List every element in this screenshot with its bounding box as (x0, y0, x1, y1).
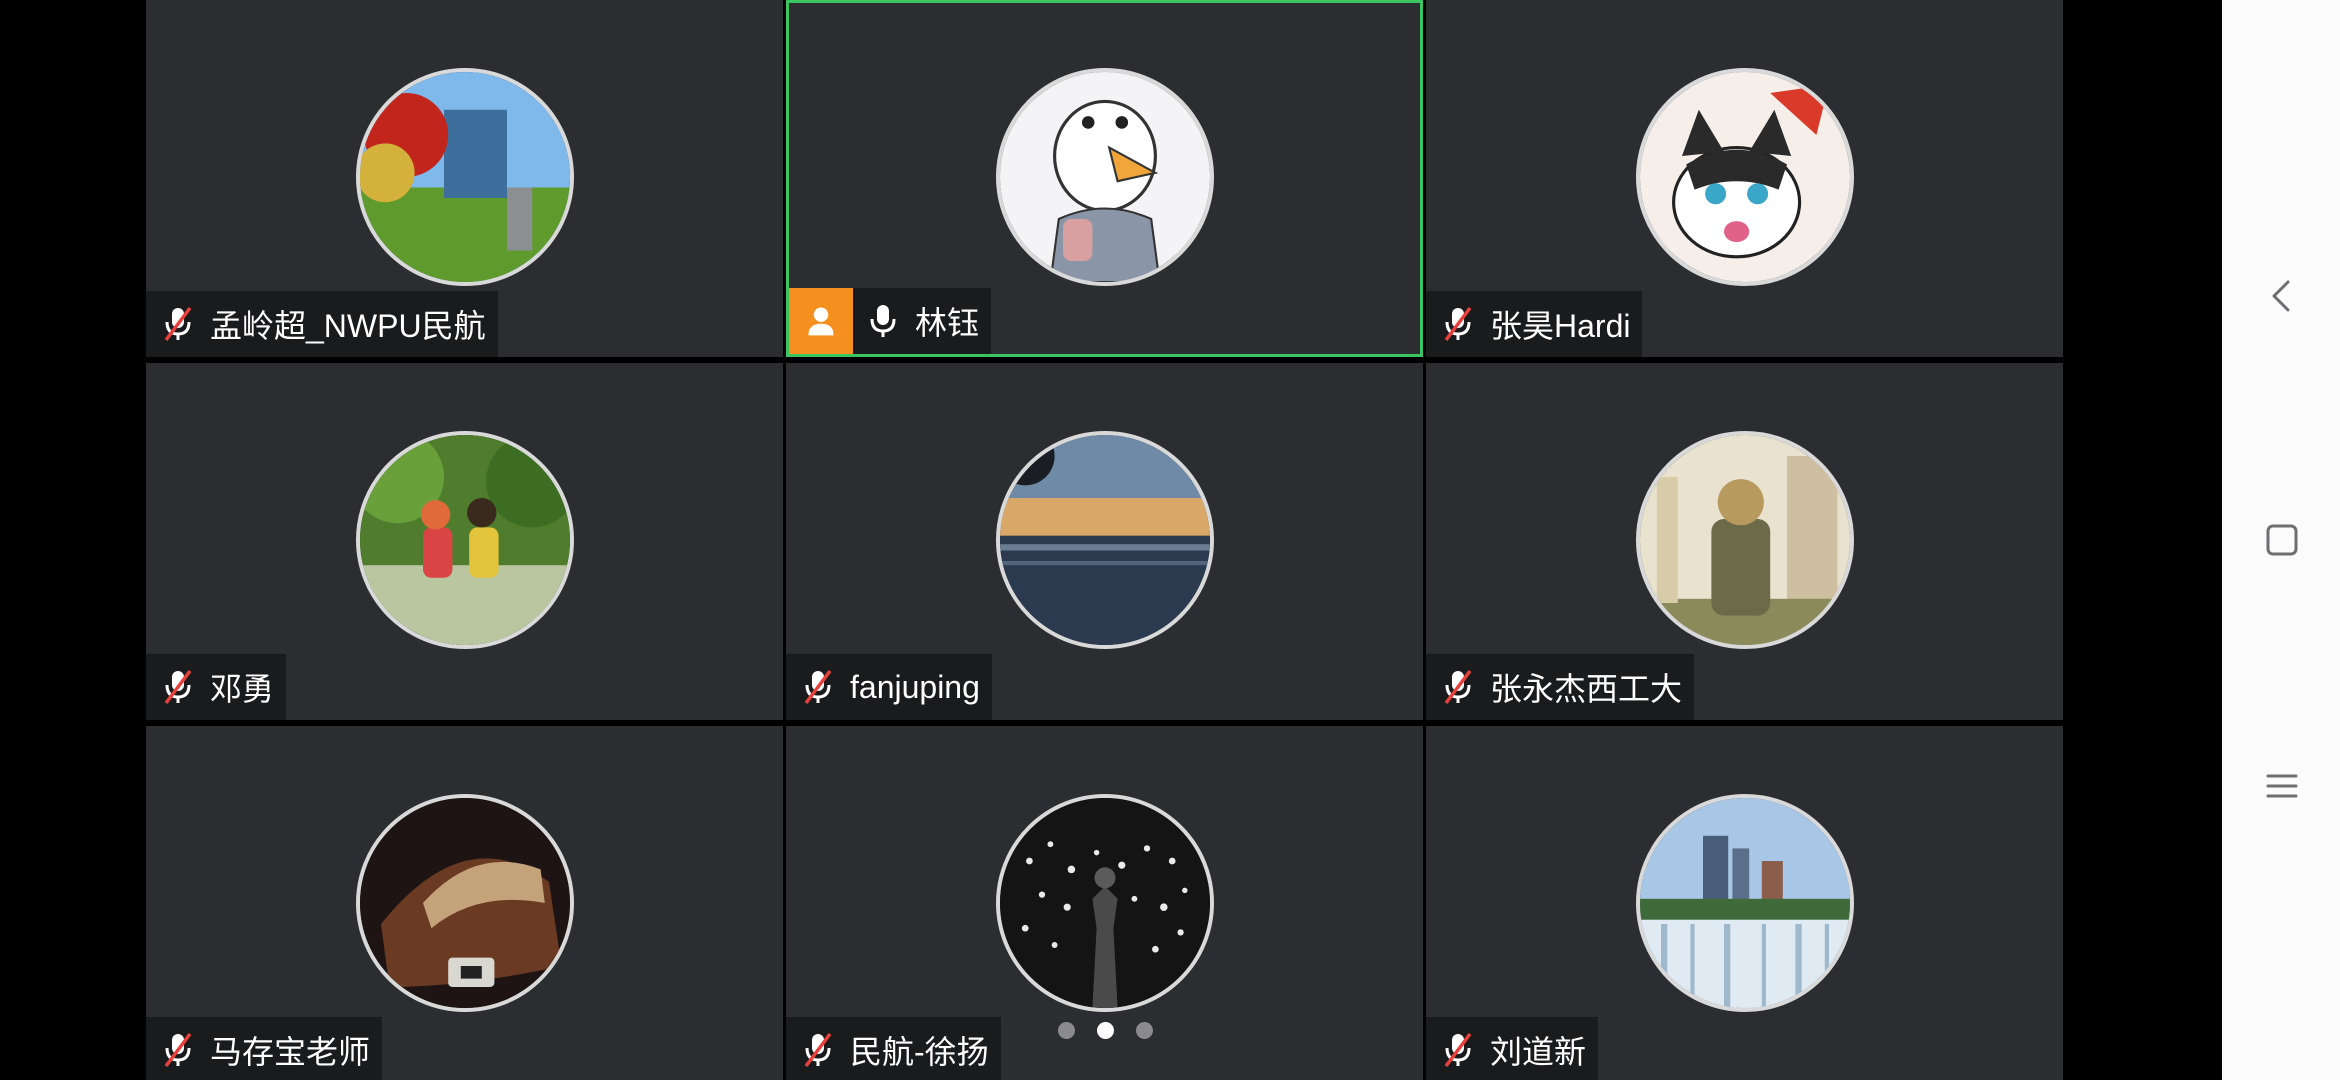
mic-icon[interactable] (863, 301, 903, 341)
mic-muted-icon[interactable] (1438, 304, 1478, 344)
name-tag: 民航-徐扬 (786, 1017, 1001, 1080)
name-tag: 张永杰西工大 (1426, 654, 1695, 720)
participant-name: 张昊Hardi (1490, 308, 1631, 344)
name-tag: 刘道新 (1426, 1017, 1599, 1080)
participant-name: 民航-徐扬 (850, 1034, 989, 1070)
avatar (355, 68, 574, 286)
mic-muted-icon[interactable] (1438, 1030, 1478, 1070)
participant-name: 邓勇 (210, 671, 275, 707)
participant-name: 林钰 (915, 305, 980, 341)
participant-tile[interactable]: 孟岭超_NWPU民航 (146, 0, 783, 357)
avatar (995, 794, 1214, 1012)
name-tag: 邓勇 (146, 654, 287, 720)
name-tag: 张昊Hardi (1426, 291, 1643, 357)
participant-tile[interactable]: 马存宝老师 (146, 726, 783, 1080)
page-dot[interactable] (1136, 1022, 1153, 1039)
page-dot[interactable] (1058, 1022, 1075, 1039)
participant-tile[interactable]: 张永杰西工大 (1426, 363, 2063, 720)
chevron-left-icon[interactable] (2252, 266, 2312, 326)
page-dot-current[interactable] (1097, 1022, 1114, 1039)
square-icon[interactable] (2252, 510, 2312, 570)
name-tag: 孟岭超_NWPU民航 (146, 291, 498, 357)
menu-icon[interactable] (2252, 756, 2312, 816)
page-indicator[interactable] (1058, 1022, 1153, 1039)
video-grid: 孟岭超_NWPU民航 林钰 张昊Hardi 邓勇 fanjuping 张永杰西工… (146, 0, 2066, 1080)
system-nav-bar (2222, 0, 2340, 1080)
avatar (355, 794, 574, 1012)
mic-muted-icon[interactable] (798, 1030, 838, 1070)
mic-muted-icon[interactable] (798, 667, 838, 707)
name-tag: 林钰 (789, 288, 992, 354)
mic-muted-icon[interactable] (1438, 667, 1478, 707)
avatar (1635, 68, 1854, 286)
participant-name: 张永杰西工大 (1490, 671, 1683, 707)
mic-muted-icon[interactable] (158, 667, 198, 707)
participant-name: 马存宝老师 (210, 1034, 371, 1070)
avatar (1635, 794, 1854, 1012)
participant-tile[interactable]: fanjuping (786, 363, 1423, 720)
avatar (995, 431, 1214, 649)
participant-name: fanjuping (850, 668, 980, 705)
participant-tile[interactable]: 刘道新 (1426, 726, 2063, 1080)
name-tag: 马存宝老师 (146, 1017, 383, 1080)
person-icon (789, 288, 853, 354)
mic-muted-icon[interactable] (158, 304, 198, 344)
name-tag: fanjuping (786, 654, 992, 720)
avatar (995, 68, 1214, 286)
mic-muted-icon[interactable] (158, 1030, 198, 1070)
meeting-screen: 孟岭超_NWPU民航 林钰 张昊Hardi 邓勇 fanjuping 张永杰西工… (0, 0, 2340, 1080)
participant-name: 刘道新 (1490, 1034, 1587, 1070)
participant-tile[interactable]: 张昊Hardi (1426, 0, 2063, 357)
participant-name: 孟岭超_NWPU民航 (210, 308, 486, 344)
avatar (355, 431, 574, 649)
participant-tile[interactable]: 邓勇 (146, 363, 783, 720)
participant-tile-active[interactable]: 林钰 (786, 0, 1423, 357)
avatar (1635, 431, 1854, 649)
